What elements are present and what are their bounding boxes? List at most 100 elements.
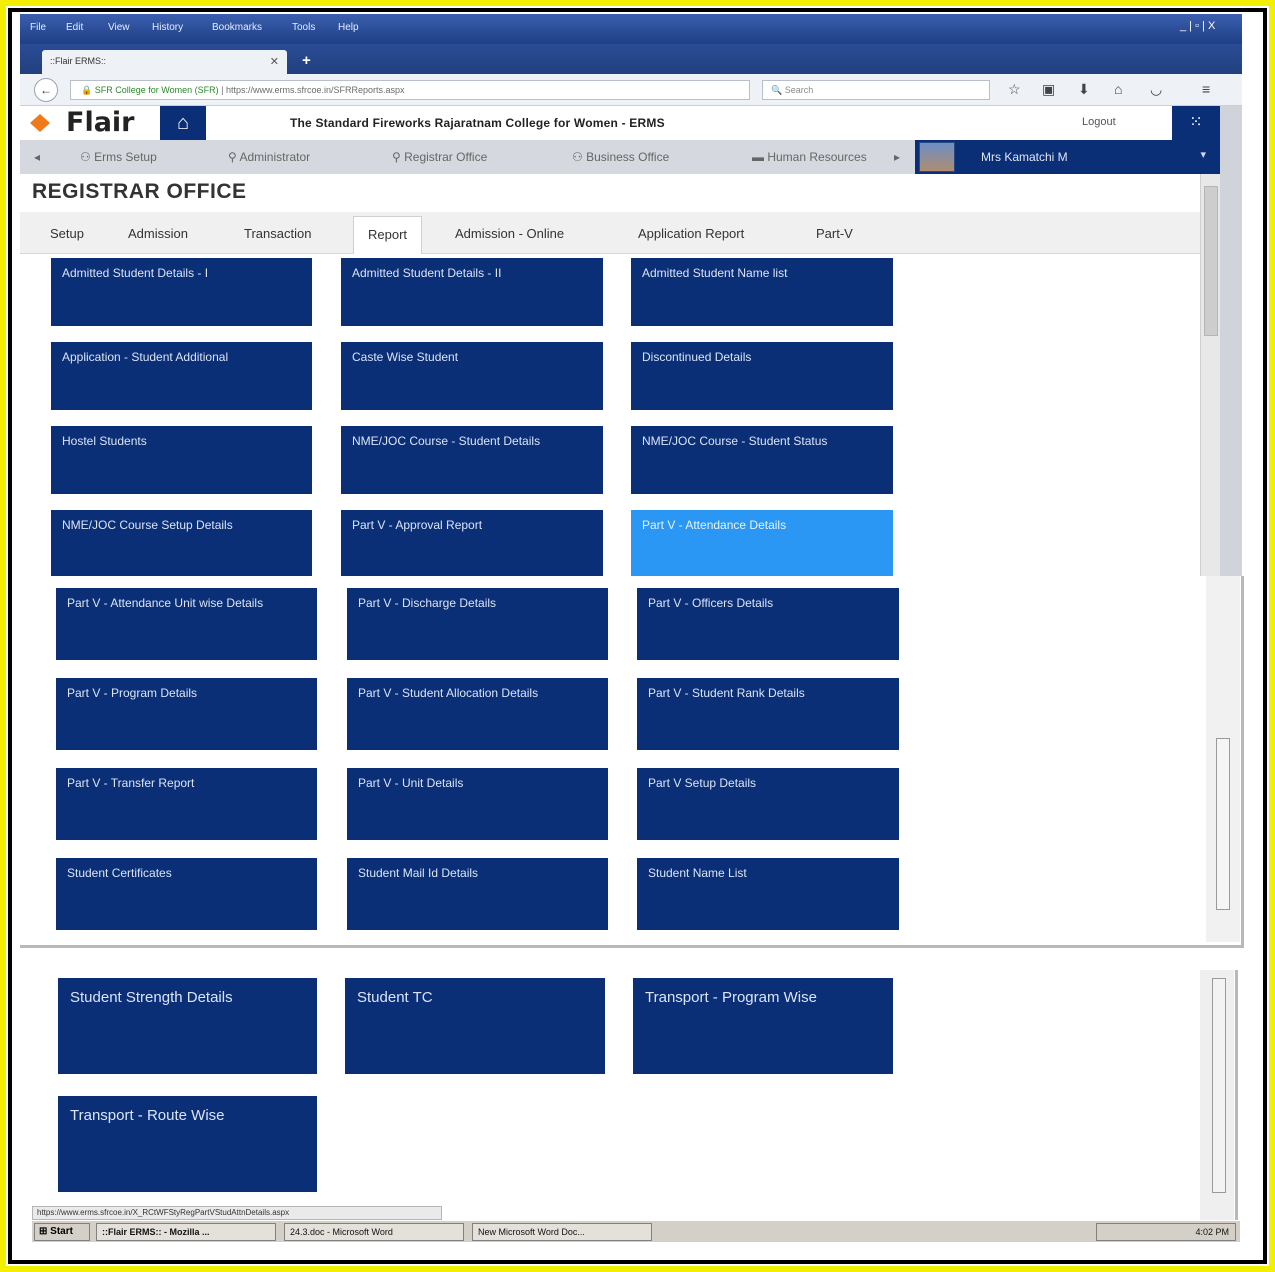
address-bar[interactable]: 🔒 SFR College for Women (SFR) | https://… [70,80,750,100]
report-tile[interactable]: Caste Wise Student [341,342,603,410]
report-tile[interactable]: Part V - Student Rank Details [637,678,899,750]
scrollbar-thumb[interactable] [1216,738,1230,910]
users-icon: ⚇ [80,150,95,164]
menu-edit[interactable]: Edit [66,22,83,33]
hamburger-menu-icon[interactable]: ≡ [1202,81,1210,97]
logout-link[interactable]: Logout [1082,116,1116,128]
report-tile[interactable]: Part V - Transfer Report [56,768,317,840]
search-placeholder: Search [784,85,814,95]
report-tile[interactable]: Part V - Student Allocation Details [347,678,608,750]
menu-file[interactable]: File [30,22,46,33]
tab-title: ::Flair ERMS:: [50,56,107,66]
report-tile[interactable]: Transport - Route Wise [58,1096,317,1192]
home-icon[interactable]: ⌂ [1114,81,1122,97]
module-scroll-right-icon[interactable]: ▸ [894,150,900,164]
report-tile[interactable]: Student TC [345,978,605,1074]
system-tray: 4:02 PM [1096,1223,1236,1241]
module-scroll-left-icon[interactable]: ◂ [34,150,40,164]
user-icon: ⚲ [392,150,405,164]
report-tile[interactable]: NME/JOC Course - Student Details [341,426,603,494]
report-tile[interactable]: Admitted Student Details - I [51,258,312,326]
id-card-icon: ▬ [752,150,768,164]
report-tile[interactable]: Application - Student Additional [51,342,312,410]
report-tile[interactable]: Transport - Program Wise [633,978,893,1074]
search-input[interactable]: 🔍 Search [762,80,990,100]
user-icon: ⚲ [228,150,240,164]
scrollbar-thumb[interactable] [1204,186,1218,336]
module-erms-setup[interactable]: ⚇ Erms Setup [80,150,157,164]
report-tile[interactable]: Part V - Approval Report [341,510,603,576]
page-title: REGISTRAR OFFICE [32,180,247,203]
report-tile[interactable]: Student Certificates [56,858,317,930]
report-tile[interactable]: Part V - Discharge Details [347,588,608,660]
module-bar: ◂ ⚇ Erms Setup ⚲ Administrator ⚲ Registr… [20,140,1242,174]
report-tile[interactable]: Student Strength Details [58,978,317,1074]
report-tile[interactable]: Part V - Unit Details [347,768,608,840]
clipboard-icon[interactable]: ▣ [1042,81,1055,98]
taskbar-item-word-2[interactable]: New Microsoft Word Doc... [472,1223,652,1241]
start-button[interactable]: ⊞ Start [34,1223,90,1241]
user-panel[interactable]: Mrs Kamatchi M ▾ [915,140,1220,174]
taskbar-item-firefox[interactable]: ::Flair ERMS:: - Mozilla ... [96,1223,276,1241]
module-registrar-office[interactable]: ⚲ Registrar Office [392,150,487,164]
menu-help[interactable]: Help [338,22,359,33]
module-business-office[interactable]: ⚇ Business Office [572,150,669,164]
clock: 4:02 PM [1195,1227,1229,1237]
report-tile[interactable]: Student Mail Id Details [347,858,608,930]
taskbar-item-word-1[interactable]: 24.3.doc - Microsoft Word [284,1223,464,1241]
start-label: Start [50,1226,73,1237]
users-icon: ⚇ [572,150,587,164]
report-tile[interactable]: Student Name List [637,858,899,930]
star-icon[interactable]: ☆ [1008,81,1021,98]
college-name: The Standard Fireworks Rajaratnam Colleg… [290,116,665,130]
tab-application-report[interactable]: Application Report [638,226,744,241]
tab-admission[interactable]: Admission [128,226,188,241]
page-scrollbar[interactable] [1200,174,1220,576]
module-human-resources[interactable]: ▬ Human Resources [752,150,902,164]
module-administrator[interactable]: ⚲ Administrator [228,150,310,164]
report-tile[interactable]: Part V - Attendance Unit wise Details [56,588,317,660]
report-tile[interactable]: Part V - Officers Details [637,588,899,660]
menu-view[interactable]: View [108,22,130,33]
pocket-icon[interactable]: ◡ [1150,81,1162,98]
report-tile[interactable]: Part V Setup Details [637,768,899,840]
window-controls[interactable]: _ | ▫ | X [1180,20,1215,32]
close-icon[interactable]: ✕ [270,55,279,68]
menu-tools[interactable]: Tools [292,22,315,33]
scrollbar-thumb[interactable] [1212,978,1226,1193]
report-tile[interactable]: Hostel Students [51,426,312,494]
browser-tab[interactable]: ::Flair ERMS:: ✕ [42,50,287,74]
home-button[interactable]: ⌂ [160,106,206,140]
page-scrollbar[interactable] [1206,576,1240,942]
menu-history[interactable]: History [152,22,183,33]
report-tile[interactable]: NME/JOC Course Setup Details [51,510,312,576]
tab-admission-online[interactable]: Admission - Online [455,226,564,241]
menu-bookmarks[interactable]: Bookmarks [212,22,262,33]
back-arrow-icon[interactable]: ← [34,78,58,102]
chevron-down-icon[interactable]: ▾ [1200,148,1206,161]
page-scrollbar[interactable] [1200,970,1234,1220]
report-tile[interactable]: Discontinued Details [631,342,893,410]
report-tile[interactable]: Admitted Student Name list [631,258,893,326]
browser-tabbar: ::Flair ERMS:: ✕ + [20,44,1242,74]
new-tab-icon[interactable]: + [302,52,311,69]
subtab-bar: Setup Admission Transaction Report Admis… [20,212,1200,254]
url-text: https://www.erms.sfrcoe.in/SFRReports.as… [225,85,405,95]
tab-setup[interactable]: Setup [50,226,84,241]
lock-icon: 🔒 [81,85,95,95]
browser-sidebar-strip [1220,106,1242,576]
download-icon[interactable]: ⬇ [1078,81,1090,98]
grid-icon: ⁙ [1189,114,1203,131]
report-tile[interactable]: Part V - Program Details [56,678,317,750]
module-label: Administrator [239,150,311,164]
browser-navbar: ← 🔒 SFR College for Women (SFR) | https:… [20,74,1242,106]
apps-grid-button[interactable]: ⁙ [1172,106,1220,140]
module-label: Erms Setup [94,150,157,164]
tab-report[interactable]: Report [353,216,423,254]
url-site: SFR College for Women (SFR) [94,85,219,95]
report-tile[interactable]: NME/JOC Course - Student Status [631,426,893,494]
report-tile-hovered[interactable]: Part V - Attendance Details [631,510,893,576]
report-tile[interactable]: Admitted Student Details - II [341,258,603,326]
tab-transaction[interactable]: Transaction [244,226,311,241]
tab-part-v[interactable]: Part-V [816,226,853,241]
